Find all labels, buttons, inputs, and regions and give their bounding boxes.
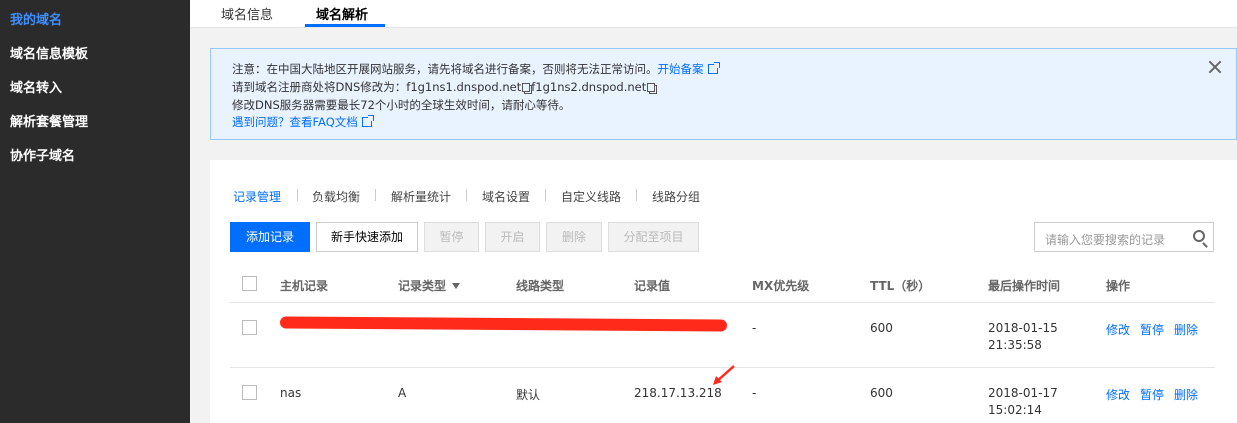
subtab-custom-lines[interactable]: 自定义线路 xyxy=(561,188,621,205)
notice-line-faq: 遇到问题？查看FAQ文档 xyxy=(232,114,374,130)
sidebar-item-dns-plans[interactable]: 解析套餐管理 xyxy=(10,111,88,130)
cell-date: 2018-01-17 xyxy=(988,386,1058,400)
edit-link[interactable]: 修改 xyxy=(1106,388,1130,402)
faq-link[interactable]: 遇到问题？查看FAQ文档 xyxy=(232,115,358,129)
sidebar-item-sub-domains[interactable]: 协作子域名 xyxy=(10,145,75,164)
notice-dns-text: 请到域名注册商处将DNS修改为： xyxy=(232,80,407,94)
top-tab-bar: 域名信息 域名解析 xyxy=(190,0,1237,28)
enable-button[interactable]: 开启 xyxy=(485,222,540,252)
tab-divider xyxy=(466,189,467,201)
external-link-icon xyxy=(361,115,374,127)
assign-project-button[interactable]: 分配至项目 xyxy=(608,222,699,252)
external-link-icon xyxy=(707,62,720,74)
tab-dns-resolution[interactable]: 域名解析 xyxy=(316,4,368,23)
tab-divider xyxy=(375,189,376,201)
cell-time: 15:02:14 xyxy=(988,403,1042,417)
copy-icon[interactable] xyxy=(647,83,656,92)
tab-divider xyxy=(545,189,546,201)
subtab-load-balancing[interactable]: 负载均衡 xyxy=(312,188,360,205)
header-last-modified: 最后操作时间 xyxy=(988,279,1061,293)
subtab-record-management[interactable]: 记录管理 xyxy=(233,188,281,205)
cell-ttl: 600 xyxy=(870,386,893,400)
header-value: 记录值 xyxy=(634,279,671,293)
notice-dns-wait-text: 修改DNS服务器需要最长72个小时的全球生效时间，请耐心等待。 xyxy=(232,98,571,112)
cell-host: nas xyxy=(280,386,302,400)
header-type[interactable]: 记录类型 xyxy=(398,277,461,294)
select-all-checkbox[interactable] xyxy=(242,276,257,291)
notice-banner: 注意：在中国大陆地区开展网站服务，请先将域名进行备案，否则将无法正常访问。开始备… xyxy=(210,48,1237,140)
cell-ttl: 600 xyxy=(870,321,893,335)
active-tab-indicator xyxy=(305,24,385,27)
header-ttl: TTL（秒） xyxy=(870,279,931,293)
header-type-label: 记录类型 xyxy=(398,279,447,293)
delete-link[interactable]: 删除 xyxy=(1174,388,1198,402)
sidebar-item-domain-template[interactable]: 域名信息模板 xyxy=(10,43,88,62)
search-input[interactable]: 请输入您要搜索的记录 xyxy=(1034,222,1214,252)
tab-domain-info[interactable]: 域名信息 xyxy=(221,4,273,23)
cell-actions: 修改 暂停 删除 xyxy=(1106,321,1208,338)
pause-button[interactable]: 暂停 xyxy=(424,222,479,252)
notice-line-filing: 注意：在中国大陆地区开展网站服务，请先将域名进行备案，否则将无法正常访问。开始备… xyxy=(232,61,720,77)
tab-divider xyxy=(297,189,298,201)
dns-server-2: f1g1ns2.dnspod.net xyxy=(531,80,647,94)
pause-link[interactable]: 暂停 xyxy=(1140,323,1164,337)
subtab-resolution-stats[interactable]: 解析量统计 xyxy=(391,188,451,205)
cell-date: 2018-01-15 xyxy=(988,321,1058,335)
delete-link[interactable]: 删除 xyxy=(1174,323,1198,337)
dns-server-1: f1g1ns1.dnspod.net xyxy=(406,80,522,94)
filter-icon[interactable] xyxy=(452,283,461,289)
pause-link[interactable]: 暂停 xyxy=(1140,388,1164,402)
cell-line: 默认 xyxy=(516,388,541,402)
delete-button[interactable]: 删除 xyxy=(546,222,602,252)
cell-mx: - xyxy=(752,321,757,335)
header-mx: MX优先级 xyxy=(752,279,810,293)
close-icon[interactable] xyxy=(1206,58,1224,76)
notice-filing-text: 注意：在中国大陆地区开展网站服务，请先将域名进行备案，否则将无法正常访问。 xyxy=(232,62,658,76)
subtab-domain-settings[interactable]: 域名设置 xyxy=(482,188,530,205)
row-checkbox[interactable] xyxy=(242,385,257,400)
annotation-arrow-icon xyxy=(713,365,735,385)
header-host: 主机记录 xyxy=(280,279,329,293)
search-placeholder: 请输入您要搜索的记录 xyxy=(1045,233,1166,247)
cell-type: A xyxy=(398,386,407,400)
sidebar: 我的域名 域名信息模板 域名转入 解析套餐管理 协作子域名 xyxy=(0,0,190,423)
header-line: 线路类型 xyxy=(516,279,565,293)
start-filing-link[interactable]: 开始备案 xyxy=(658,62,704,76)
row-divider xyxy=(230,302,1215,303)
subtab-line-groups[interactable]: 线路分组 xyxy=(652,188,700,205)
cell-actions: 修改 暂停 删除 xyxy=(1106,386,1208,403)
add-record-button[interactable]: 添加记录 xyxy=(230,222,310,252)
tab-divider xyxy=(636,189,637,201)
edit-link[interactable]: 修改 xyxy=(1106,323,1130,337)
row-checkbox[interactable] xyxy=(242,320,257,335)
quick-add-button[interactable]: 新手快速添加 xyxy=(316,222,418,252)
cell-mx: - xyxy=(752,386,757,400)
search-icon[interactable] xyxy=(1193,230,1205,242)
cell-time: 21:35:58 xyxy=(988,338,1042,352)
copy-icon[interactable] xyxy=(522,83,531,92)
notice-line-dns: 请到域名注册商处将DNS修改为：f1g1ns1.dnspod.net f1g1ns… xyxy=(232,79,656,95)
sidebar-item-my-domains[interactable]: 我的域名 xyxy=(10,9,62,28)
cell-value: 218.17.13.218 xyxy=(634,386,722,400)
header-actions: 操作 xyxy=(1106,279,1131,293)
sidebar-item-domain-transfer[interactable]: 域名转入 xyxy=(10,77,62,96)
